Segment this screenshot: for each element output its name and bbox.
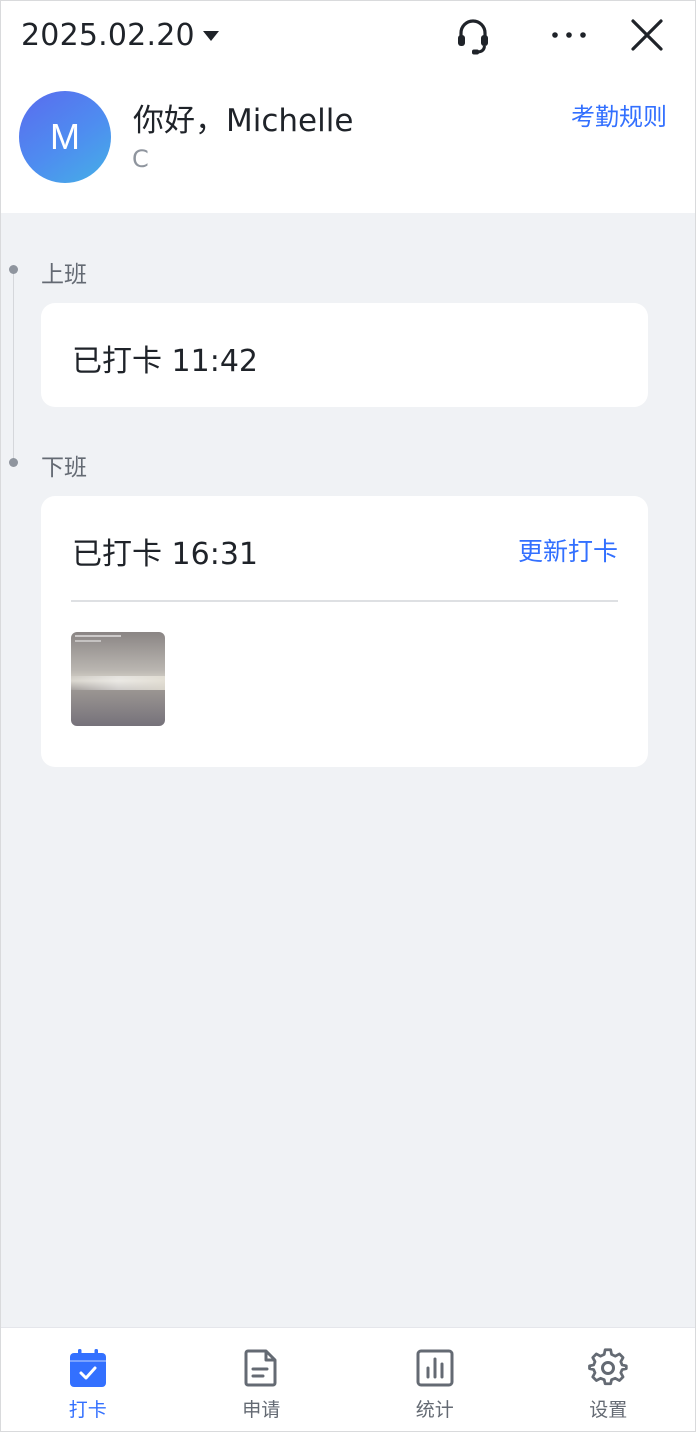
bottom-tab-bar: 打卡 申请 统计 设置 [1,1327,696,1431]
timeline-dot [9,265,18,274]
clock-photo-thumbnail[interactable] [71,632,165,726]
date-picker[interactable]: 2025.02.20 [21,15,219,55]
attendance-rules-link[interactable]: 考勤规则 [571,97,667,132]
bar-chart-icon [416,1349,454,1387]
tab-stats[interactable]: 统计 [348,1328,522,1431]
card-divider [71,600,618,602]
subtitle-text: C [132,145,149,173]
tab-apply[interactable]: 申请 [175,1328,349,1431]
clock-in-label: 上班 [41,262,87,288]
tab-clock-in[interactable]: 打卡 [1,1328,175,1431]
clock-out-card: 已打卡 16:31 更新打卡 [41,496,648,767]
update-clock-button[interactable]: 更新打卡 [518,532,618,568]
clock-out-status: 已打卡 16:31 [72,537,258,572]
photo-sheen [71,676,165,690]
photo-caption [75,635,121,637]
clock-in-card: 已打卡 11:42 [41,303,648,407]
close-button[interactable] [623,11,671,59]
calendar-check-icon [69,1349,106,1387]
date-label: 2025.02.20 [21,17,195,53]
tab-label: 设置 [589,1399,628,1421]
app-frame: 2025.02.20 M 你好，Michelle C 考勤规则 上班 已打卡 1… [0,0,696,1432]
more-icon [552,32,586,38]
more-button[interactable] [545,11,593,59]
main-content: 上班 已打卡 11:42 下班 已打卡 16:31 更新打卡 [1,213,695,1327]
tab-settings[interactable]: 设置 [522,1328,696,1431]
clock-out-label: 下班 [41,455,87,481]
tab-label: 统计 [415,1399,454,1421]
timeline-dot [9,458,18,467]
close-icon [631,19,663,51]
headset-button[interactable] [449,11,497,59]
document-icon [244,1349,277,1387]
caret-down-icon [202,31,219,41]
clock-in-status: 已打卡 11:42 [72,344,258,379]
photo-caption [75,640,101,642]
tab-label: 申请 [242,1399,281,1421]
avatar: M [19,91,111,183]
avatar-initial: M [50,116,80,157]
tab-label: 打卡 [68,1399,107,1421]
header: 2025.02.20 M 你好，Michelle C 考勤规则 [1,1,695,213]
greeting-text: 你好，Michelle [133,103,354,139]
gear-icon [588,1348,628,1386]
headset-icon [458,19,488,55]
timeline-line [13,269,14,461]
